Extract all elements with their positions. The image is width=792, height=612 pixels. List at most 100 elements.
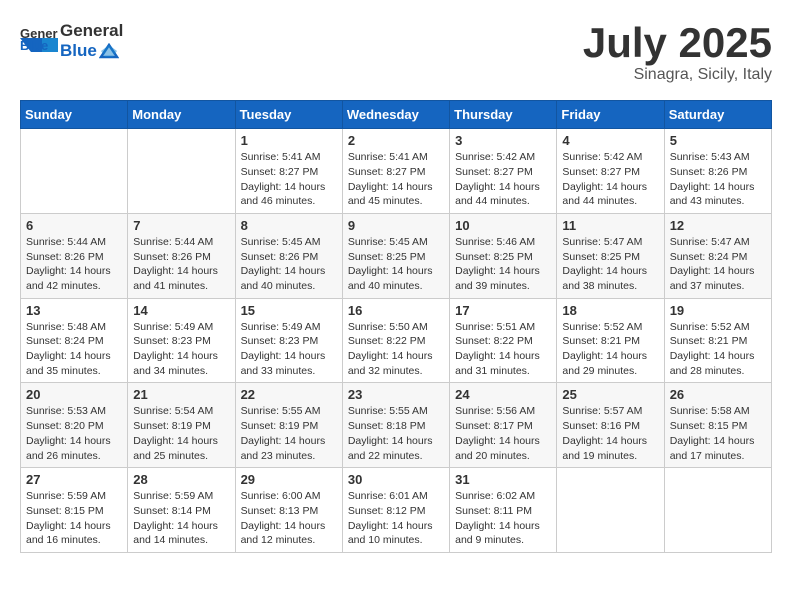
title-block: July 2025 Sinagra, Sicily, Italy [583, 20, 772, 84]
calendar-cell: 15 Sunrise: 5:49 AMSunset: 8:23 PMDayligh… [235, 298, 342, 383]
day-number: 13 [26, 303, 122, 318]
calendar-cell [128, 129, 235, 214]
calendar-cell: 28Sunrise: 5:59 AMSunset: 8:14 PMDayligh… [128, 468, 235, 553]
calendar-week-row: 20 Sunrise: 5:53 AMSunset: 8:20 PMDayligh… [21, 383, 772, 468]
calendar-cell [557, 468, 664, 553]
calendar-cell: 22Sunrise: 5:55 AMSunset: 8:19 PMDayligh… [235, 383, 342, 468]
weekday-header-monday: Monday [128, 101, 235, 129]
day-number: 1 [241, 133, 337, 148]
day-number: 25 [562, 387, 658, 402]
day-info: Sunrise: 5:49 AMSunset: 8:23 PMDaylight:… [241, 320, 337, 379]
day-info: Sunrise: 5:43 AMSunset: 8:26 PMDaylight:… [670, 150, 766, 209]
calendar-table: SundayMondayTuesdayWednesdayThursdayFrid… [20, 100, 772, 553]
calendar-cell: 26Sunrise: 5:58 AMSunset: 8:15 PMDayligh… [664, 383, 771, 468]
calendar-cell: 18 Sunrise: 5:52 AMSunset: 8:21 PMDayligh… [557, 298, 664, 383]
calendar-cell: 19 Sunrise: 5:52 AMSunset: 8:21 PMDayligh… [664, 298, 771, 383]
calendar-cell: 21Sunrise: 5:54 AMSunset: 8:19 PMDayligh… [128, 383, 235, 468]
day-number: 24 [455, 387, 551, 402]
day-number: 14 [133, 303, 229, 318]
calendar-cell: 5 Sunrise: 5:43 AMSunset: 8:26 PMDaylight… [664, 129, 771, 214]
day-info: Sunrise: 5:55 AMSunset: 8:19 PMDaylight:… [241, 404, 337, 463]
day-info: Sunrise: 5:55 AMSunset: 8:18 PMDaylight:… [348, 404, 444, 463]
day-number: 3 [455, 133, 551, 148]
day-info: Sunrise: 5:52 AMSunset: 8:21 PMDaylight:… [562, 320, 658, 379]
day-number: 29 [241, 472, 337, 487]
day-number: 30 [348, 472, 444, 487]
calendar-header-row: SundayMondayTuesdayWednesdayThursdayFrid… [21, 101, 772, 129]
calendar-week-row: 27 Sunrise: 5:59 AMSunset: 8:15 PMDayligh… [21, 468, 772, 553]
day-info: Sunrise: 5:49 AMSunset: 8:23 PMDaylight:… [133, 320, 229, 379]
calendar-cell: 23 Sunrise: 5:55 AMSunset: 8:18 PMDayligh… [342, 383, 449, 468]
day-number: 27 [26, 472, 122, 487]
day-number: 19 [670, 303, 766, 318]
calendar-cell: 16 Sunrise: 5:50 AMSunset: 8:22 PMDayligh… [342, 298, 449, 383]
day-number: 18 [562, 303, 658, 318]
day-info: Sunrise: 5:59 AMSunset: 8:15 PMDaylight:… [26, 489, 122, 548]
calendar-cell: 25Sunrise: 5:57 AMSunset: 8:16 PMDayligh… [557, 383, 664, 468]
day-info: Sunrise: 5:53 AMSunset: 8:20 PMDaylight:… [26, 404, 122, 463]
day-info: Sunrise: 5:41 AMSunset: 8:27 PMDaylight:… [241, 150, 337, 209]
calendar-cell [664, 468, 771, 553]
calendar-cell: 20 Sunrise: 5:53 AMSunset: 8:20 PMDayligh… [21, 383, 128, 468]
page-header: General Blue General Blue [20, 20, 772, 84]
svg-text:Blue: Blue [20, 38, 48, 53]
calendar-cell: 13Sunrise: 5:48 AMSunset: 8:24 PMDayligh… [21, 298, 128, 383]
weekday-header-thursday: Thursday [450, 101, 557, 129]
day-number: 5 [670, 133, 766, 148]
calendar-cell: 6Sunrise: 5:44 AMSunset: 8:26 PMDaylight… [21, 213, 128, 298]
weekday-header-tuesday: Tuesday [235, 101, 342, 129]
calendar-cell: 27 Sunrise: 5:59 AMSunset: 8:15 PMDayligh… [21, 468, 128, 553]
day-info: Sunrise: 5:58 AMSunset: 8:15 PMDaylight:… [670, 404, 766, 463]
day-info: Sunrise: 5:44 AMSunset: 8:26 PMDaylight:… [26, 235, 122, 294]
calendar-cell: 11Sunrise: 5:47 AMSunset: 8:25 PMDayligh… [557, 213, 664, 298]
day-info: Sunrise: 5:42 AMSunset: 8:27 PMDaylight:… [562, 150, 658, 209]
day-info: Sunrise: 5:46 AMSunset: 8:25 PMDaylight:… [455, 235, 551, 294]
calendar-cell: 10 Sunrise: 5:46 AMSunset: 8:25 PMDayligh… [450, 213, 557, 298]
day-info: Sunrise: 5:50 AMSunset: 8:22 PMDaylight:… [348, 320, 444, 379]
day-number: 23 [348, 387, 444, 402]
day-number: 16 [348, 303, 444, 318]
day-info: Sunrise: 5:42 AMSunset: 8:27 PMDaylight:… [455, 150, 551, 209]
day-info: Sunrise: 5:59 AMSunset: 8:14 PMDaylight:… [133, 489, 229, 548]
logo-blue: Blue [60, 41, 97, 61]
day-number: 17 [455, 303, 551, 318]
day-number: 31 [455, 472, 551, 487]
day-info: Sunrise: 6:00 AMSunset: 8:13 PMDaylight:… [241, 489, 337, 548]
location-title: Sinagra, Sicily, Italy [583, 66, 772, 84]
day-info: Sunrise: 5:52 AMSunset: 8:21 PMDaylight:… [670, 320, 766, 379]
day-info: Sunrise: 5:45 AMSunset: 8:25 PMDaylight:… [348, 235, 444, 294]
logo-icon [99, 43, 119, 59]
calendar-cell: 2Sunrise: 5:41 AMSunset: 8:27 PMDaylight… [342, 129, 449, 214]
calendar-cell [21, 129, 128, 214]
day-info: Sunrise: 6:02 AMSunset: 8:11 PMDaylight:… [455, 489, 551, 548]
calendar-cell: 12 Sunrise: 5:47 AMSunset: 8:24 PMDayligh… [664, 213, 771, 298]
logo-text-block: General Blue [60, 22, 123, 61]
calendar-cell: 17Sunrise: 5:51 AMSunset: 8:22 PMDayligh… [450, 298, 557, 383]
calendar-cell: 8 Sunrise: 5:45 AMSunset: 8:26 PMDaylight… [235, 213, 342, 298]
calendar-cell: 9Sunrise: 5:45 AMSunset: 8:25 PMDaylight… [342, 213, 449, 298]
day-info: Sunrise: 5:44 AMSunset: 8:26 PMDaylight:… [133, 235, 229, 294]
day-number: 12 [670, 218, 766, 233]
day-number: 15 [241, 303, 337, 318]
calendar-cell: 29 Sunrise: 6:00 AMSunset: 8:13 PMDayligh… [235, 468, 342, 553]
day-info: Sunrise: 5:47 AMSunset: 8:24 PMDaylight:… [670, 235, 766, 294]
day-number: 10 [455, 218, 551, 233]
day-info: Sunrise: 5:56 AMSunset: 8:17 PMDaylight:… [455, 404, 551, 463]
calendar-cell: 7Sunrise: 5:44 AMSunset: 8:26 PMDaylight… [128, 213, 235, 298]
weekday-header-wednesday: Wednesday [342, 101, 449, 129]
calendar-week-row: 6Sunrise: 5:44 AMSunset: 8:26 PMDaylight… [21, 213, 772, 298]
month-title: July 2025 [583, 20, 772, 66]
day-number: 20 [26, 387, 122, 402]
day-number: 4 [562, 133, 658, 148]
day-info: Sunrise: 5:45 AMSunset: 8:26 PMDaylight:… [241, 235, 337, 294]
calendar-cell: 1 Sunrise: 5:41 AMSunset: 8:27 PMDaylight… [235, 129, 342, 214]
logo-image: General Blue [20, 20, 58, 63]
day-info: Sunrise: 5:47 AMSunset: 8:25 PMDaylight:… [562, 235, 658, 294]
calendar-week-row: 1 Sunrise: 5:41 AMSunset: 8:27 PMDaylight… [21, 129, 772, 214]
calendar-cell: 24 Sunrise: 5:56 AMSunset: 8:17 PMDayligh… [450, 383, 557, 468]
day-number: 8 [241, 218, 337, 233]
day-info: Sunrise: 6:01 AMSunset: 8:12 PMDaylight:… [348, 489, 444, 548]
logo-general: General [60, 22, 123, 41]
day-info: Sunrise: 5:54 AMSunset: 8:19 PMDaylight:… [133, 404, 229, 463]
calendar-week-row: 13Sunrise: 5:48 AMSunset: 8:24 PMDayligh… [21, 298, 772, 383]
